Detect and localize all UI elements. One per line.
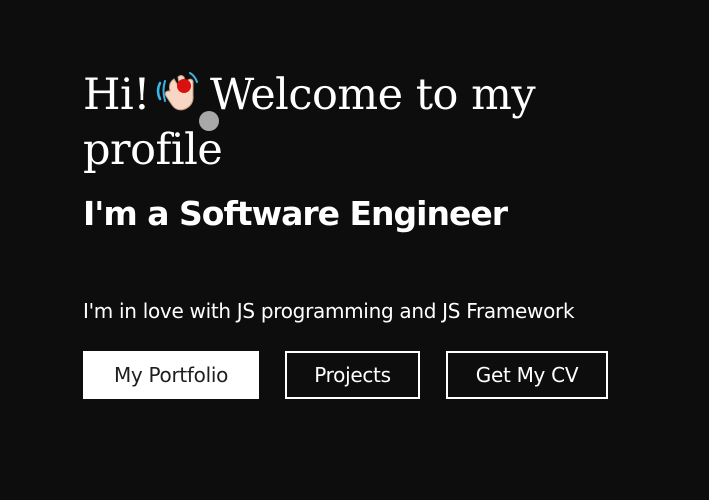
tagline-text: I'm in love with JS programming and JS F…: [83, 299, 575, 323]
greeting-text: Hi!: [83, 70, 151, 120]
my-portfolio-button[interactable]: My Portfolio: [83, 351, 259, 399]
cursor-icon: [199, 111, 219, 131]
welcome-text: Welcome to my profile: [83, 70, 536, 175]
profile-page: Hi! Welcome to my profile I'm a Software…: [0, 0, 709, 500]
get-my-cv-button[interactable]: Get My CV: [446, 351, 608, 399]
action-buttons: My Portfolio Projects Get My CV: [83, 351, 608, 399]
page-title: Hi! Welcome to my profile: [83, 68, 603, 178]
waving-hand-icon: [154, 71, 206, 113]
role-heading: I'm a Software Engineer: [83, 194, 508, 233]
hero-section: Hi! Welcome to my profile I'm a Software…: [83, 68, 683, 236]
projects-button[interactable]: Projects: [285, 351, 420, 399]
